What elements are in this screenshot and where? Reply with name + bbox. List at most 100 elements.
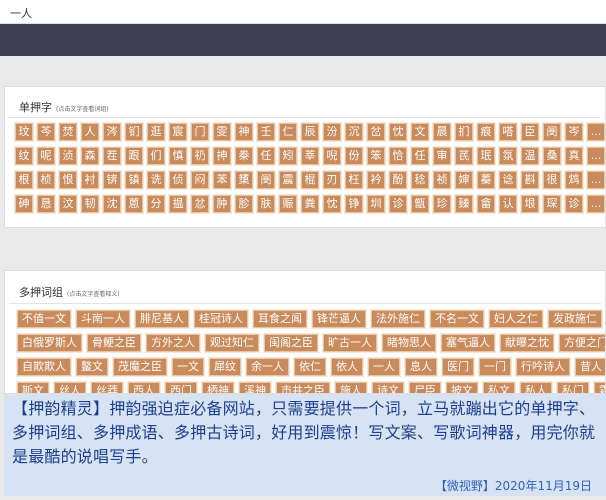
rhyme-chip[interactable]: 雯 bbox=[213, 123, 231, 141]
rhyme-chip[interactable]: 鸩 bbox=[565, 171, 583, 189]
rhyme-chip[interactable]: 观过知仁 bbox=[205, 334, 259, 352]
rhyme-chip[interactable]: 分 bbox=[147, 195, 165, 213]
rhyme-chip[interactable]: 扪 bbox=[455, 123, 473, 141]
rhyme-chip[interactable]: 诗文 bbox=[372, 382, 404, 393]
rhyme-chip[interactable]: 溪神 bbox=[239, 382, 271, 393]
rhyme-chip[interactable]: 酚 bbox=[389, 171, 407, 189]
rhyme-chip[interactable]: 矧 bbox=[279, 147, 297, 165]
rhyme-chip[interactable]: 逛 bbox=[147, 123, 165, 141]
rhyme-chip[interactable]: 斟 bbox=[521, 171, 539, 189]
rhyme-chip[interactable]: 阌 bbox=[543, 123, 561, 141]
rhyme-chip[interactable]: 唲 bbox=[323, 147, 341, 165]
rhyme-chip[interactable]: 浈 bbox=[59, 147, 77, 165]
rhyme-chip[interactable]: 私人 bbox=[520, 382, 552, 393]
rhyme-chip[interactable]: 莘 bbox=[301, 147, 319, 165]
rhyme-chip[interactable]: 甑 bbox=[411, 195, 429, 213]
rhyme-chip[interactable]: ... bbox=[587, 195, 605, 213]
rhyme-chip[interactable]: 锛 bbox=[103, 171, 121, 189]
rhyme-chip[interactable]: 不值一文 bbox=[17, 310, 71, 328]
rhyme-chip[interactable]: 晨 bbox=[433, 123, 451, 141]
rhyme-chip[interactable]: 芩 bbox=[37, 123, 55, 141]
rhyme-chip[interactable]: 私文 bbox=[483, 382, 515, 393]
rhyme-chip[interactable]: 不名一文 bbox=[430, 310, 484, 328]
rhyme-chip[interactable]: 铮 bbox=[345, 195, 363, 213]
rhyme-chip[interactable]: 慎 bbox=[169, 147, 187, 165]
rhyme-chip[interactable]: 文 bbox=[411, 123, 429, 141]
rhyme-chip[interactable]: 婶 bbox=[455, 171, 473, 189]
rhyme-chip[interactable]: 披文 bbox=[446, 382, 478, 393]
rhyme-chip[interactable]: 尸臣 bbox=[409, 382, 441, 393]
rhyme-chip[interactable]: 忱 bbox=[389, 123, 407, 141]
rhyme-chip[interactable]: 神 bbox=[235, 123, 253, 141]
rhyme-chip[interactable]: 森 bbox=[81, 147, 99, 165]
rhyme-chip[interactable]: 方便之门 bbox=[559, 334, 605, 352]
rhyme-chip[interactable]: 很 bbox=[543, 171, 561, 189]
rhyme-chip[interactable]: 呢 bbox=[37, 147, 55, 165]
rhyme-chip[interactable]: ... bbox=[587, 171, 605, 189]
rhyme-chip[interactable]: 根 bbox=[15, 171, 33, 189]
rhyme-chip[interactable]: 任 bbox=[411, 147, 429, 165]
rhyme-chip[interactable]: 依仁 bbox=[294, 358, 326, 376]
rhyme-chip[interactable]: 粪 bbox=[301, 195, 319, 213]
rhyme-chip[interactable]: 胗 bbox=[235, 195, 253, 213]
rhyme-chip[interactable]: 沉 bbox=[345, 123, 363, 141]
rhyme-chip[interactable]: ... bbox=[587, 123, 605, 141]
rhyme-chip[interactable]: 岑 bbox=[565, 123, 583, 141]
rhyme-chip[interactable]: 白俄罗斯人 bbox=[17, 334, 82, 352]
rhyme-chip[interactable]: 恨 bbox=[59, 171, 77, 189]
rhyme-chip[interactable]: 衿 bbox=[367, 171, 385, 189]
rhyme-chip[interactable]: 骨鲠之臣 bbox=[87, 334, 141, 352]
rhyme-chip[interactable]: 妇人之仁 bbox=[489, 310, 543, 328]
rhyme-chip[interactable]: 真 bbox=[565, 147, 583, 165]
rhyme-chip[interactable]: 息人 bbox=[405, 358, 437, 376]
rhyme-chip[interactable]: 蒽 bbox=[125, 195, 143, 213]
rhyme-chip[interactable]: 桢 bbox=[37, 171, 55, 189]
rhyme-chip[interactable]: 辰 bbox=[301, 123, 319, 141]
rhyme-chip[interactable]: 余一人 bbox=[246, 358, 289, 376]
rhyme-chip[interactable]: 私门 bbox=[557, 382, 589, 393]
rhyme-chip[interactable]: 丝莽 bbox=[91, 382, 123, 393]
rhyme-chip[interactable]: 涔 bbox=[103, 123, 121, 141]
rhyme-chip[interactable]: 桊 bbox=[235, 147, 253, 165]
rhyme-chip[interactable]: 认 bbox=[499, 195, 517, 213]
rhyme-chip[interactable]: 震 bbox=[279, 171, 297, 189]
rhyme-chip[interactable]: 汶 bbox=[59, 195, 77, 213]
rhyme-chip[interactable]: 氛 bbox=[499, 147, 517, 165]
rhyme-chip[interactable]: 韧 bbox=[81, 195, 99, 213]
rhyme-chip[interactable]: 睹物思人 bbox=[382, 334, 436, 352]
rhyme-chip[interactable]: 诊 bbox=[389, 195, 407, 213]
rhyme-chip[interactable]: 镇 bbox=[125, 171, 143, 189]
rhyme-chip[interactable]: 苯 bbox=[213, 171, 231, 189]
rhyme-chip[interactable]: 审 bbox=[433, 147, 451, 165]
rhyme-chip[interactable]: 任 bbox=[257, 147, 275, 165]
rhyme-chip[interactable]: 稔 bbox=[411, 171, 429, 189]
rhyme-chip[interactable]: 耳食之闻 bbox=[253, 310, 307, 328]
rhyme-chip[interactable]: 自欺欺人 bbox=[17, 358, 71, 376]
rhyme-chip[interactable]: 恳 bbox=[37, 195, 55, 213]
rhyme-chip[interactable]: 珍 bbox=[433, 195, 451, 213]
rhyme-chip[interactable]: 揾 bbox=[169, 195, 187, 213]
rhyme-chip[interactable]: 棍 bbox=[301, 171, 319, 189]
rhyme-chip[interactable]: 鳌文 bbox=[76, 358, 108, 376]
rhyme-chip[interactable]: 施人 bbox=[335, 382, 367, 393]
rhyme-chip[interactable]: 沈 bbox=[103, 195, 121, 213]
rhyme-chip[interactable]: 茬 bbox=[103, 147, 121, 165]
rhyme-chip[interactable]: 跟 bbox=[125, 147, 143, 165]
rhyme-chip[interactable]: 礽 bbox=[191, 147, 209, 165]
rhyme-chip[interactable]: 发政施仁 bbox=[548, 310, 602, 328]
rhyme-chip[interactable]: 斗南一人 bbox=[76, 310, 130, 328]
rhyme-chip[interactable]: 肤 bbox=[257, 195, 275, 213]
rhyme-chip[interactable]: 西人 bbox=[128, 382, 160, 393]
rhyme-chip[interactable]: 畲 bbox=[477, 195, 495, 213]
rhyme-chip[interactable]: 斯文 bbox=[17, 382, 49, 393]
rhyme-chip[interactable]: 祯 bbox=[433, 171, 451, 189]
rhyme-chip[interactable]: 纹 bbox=[15, 147, 33, 165]
rhyme-chip[interactable]: 臻 bbox=[455, 195, 473, 213]
rhyme-chip[interactable]: 钔 bbox=[125, 123, 143, 141]
rhyme-chip[interactable]: 侦 bbox=[169, 171, 187, 189]
rhyme-chip[interactable]: 闺阁之臣 bbox=[264, 334, 318, 352]
rhyme-chip[interactable]: 法外施仁 bbox=[371, 310, 425, 328]
rhyme-chip[interactable]: 茂魔之臣 bbox=[113, 358, 167, 376]
rhyme-chip[interactable]: 诊 bbox=[565, 195, 583, 213]
rhyme-chip[interactable]: 忱 bbox=[323, 195, 341, 213]
